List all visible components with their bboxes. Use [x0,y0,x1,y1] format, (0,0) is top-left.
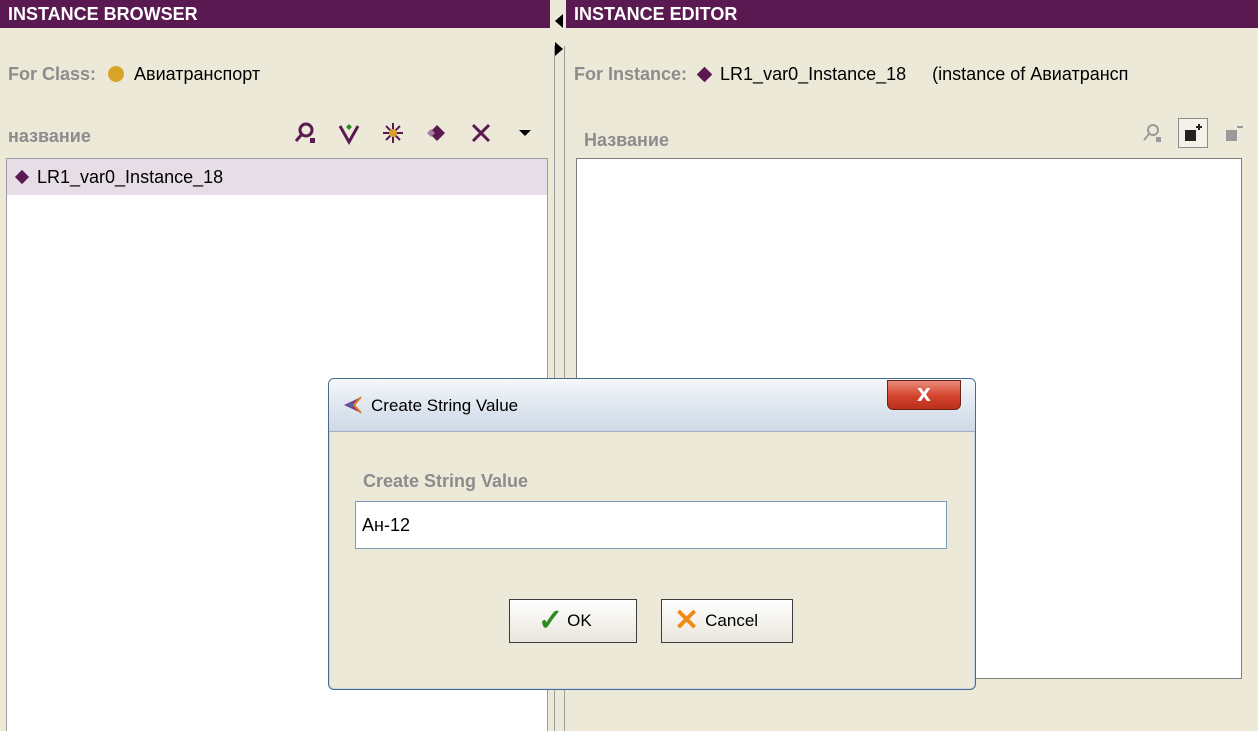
left-column-label: название [8,126,91,146]
collapse-left-icon[interactable] [555,14,563,28]
instance-diamond-icon [696,66,713,82]
ok-button[interactable]: ✓ OK [509,599,637,643]
for-instance-row: For Instance: LR1_var0_Instance_18 (inst… [574,60,1258,88]
cancel-button[interactable]: ✕ Cancel [661,599,793,643]
instance-browser-toolbar [292,120,538,146]
left-header-strip [0,28,550,46]
class-dot-icon [108,66,125,82]
string-value-input[interactable]: Ан-12 [355,501,947,549]
instance-name: LR1_var0_Instance_18 [720,63,907,84]
class-name: Авиатранспорт [134,63,261,84]
close-button[interactable]: X [887,380,961,410]
instance-diamond-icon[interactable] [424,120,450,146]
remove-value-icon[interactable] [1220,119,1248,147]
cancel-x-icon: ✕ [674,604,700,637]
instance-editor-title: INSTANCE EDITOR [574,4,738,24]
for-class-row: For Class: Авиатранспорт [8,60,260,88]
instance-diamond-icon [14,169,30,185]
dialog-title: Create String Value [371,396,519,415]
for-class-label: For Class: [8,63,97,84]
dialog-body: Create String Value Ан-12 ✓ OK ✕ Cancel [337,439,967,681]
add-value-icon[interactable] [1178,118,1208,148]
list-item[interactable]: LR1_var0_Instance_18 [7,159,547,195]
ok-label: OK [567,611,592,630]
right-column-header: Название [584,118,1254,150]
find-value-icon[interactable] [1138,119,1166,147]
instance-editor-toolbar [1138,118,1248,148]
cancel-label: Cancel [705,611,759,630]
right-header-strip [566,28,1258,46]
protege-logo-icon [341,394,363,416]
for-instance-label: For Instance: [574,63,688,84]
right-column-label: Название [584,130,669,150]
collapse-right-icon[interactable] [555,42,563,56]
create-string-value-dialog: Create String Value X Create String Valu… [328,378,976,690]
instance-browser-title: INSTANCE BROWSER [8,4,198,24]
create-instance-icon[interactable] [336,120,362,146]
configure-icon[interactable] [380,120,406,146]
string-value-label: Create String Value [363,471,529,491]
dropdown-arrow-icon[interactable] [512,120,538,146]
checkmark-icon: ✓ [538,604,564,637]
instance-label: LR1_var0_Instance_18 [37,166,224,187]
instance-of-text: (instance of Авиатрансп [932,63,1129,84]
delete-instance-icon[interactable] [468,120,494,146]
find-instance-icon[interactable] [292,120,318,146]
close-icon: X [917,384,931,406]
dialog-titlebar[interactable]: Create String Value X [329,379,975,432]
left-column-header: название [8,118,548,150]
